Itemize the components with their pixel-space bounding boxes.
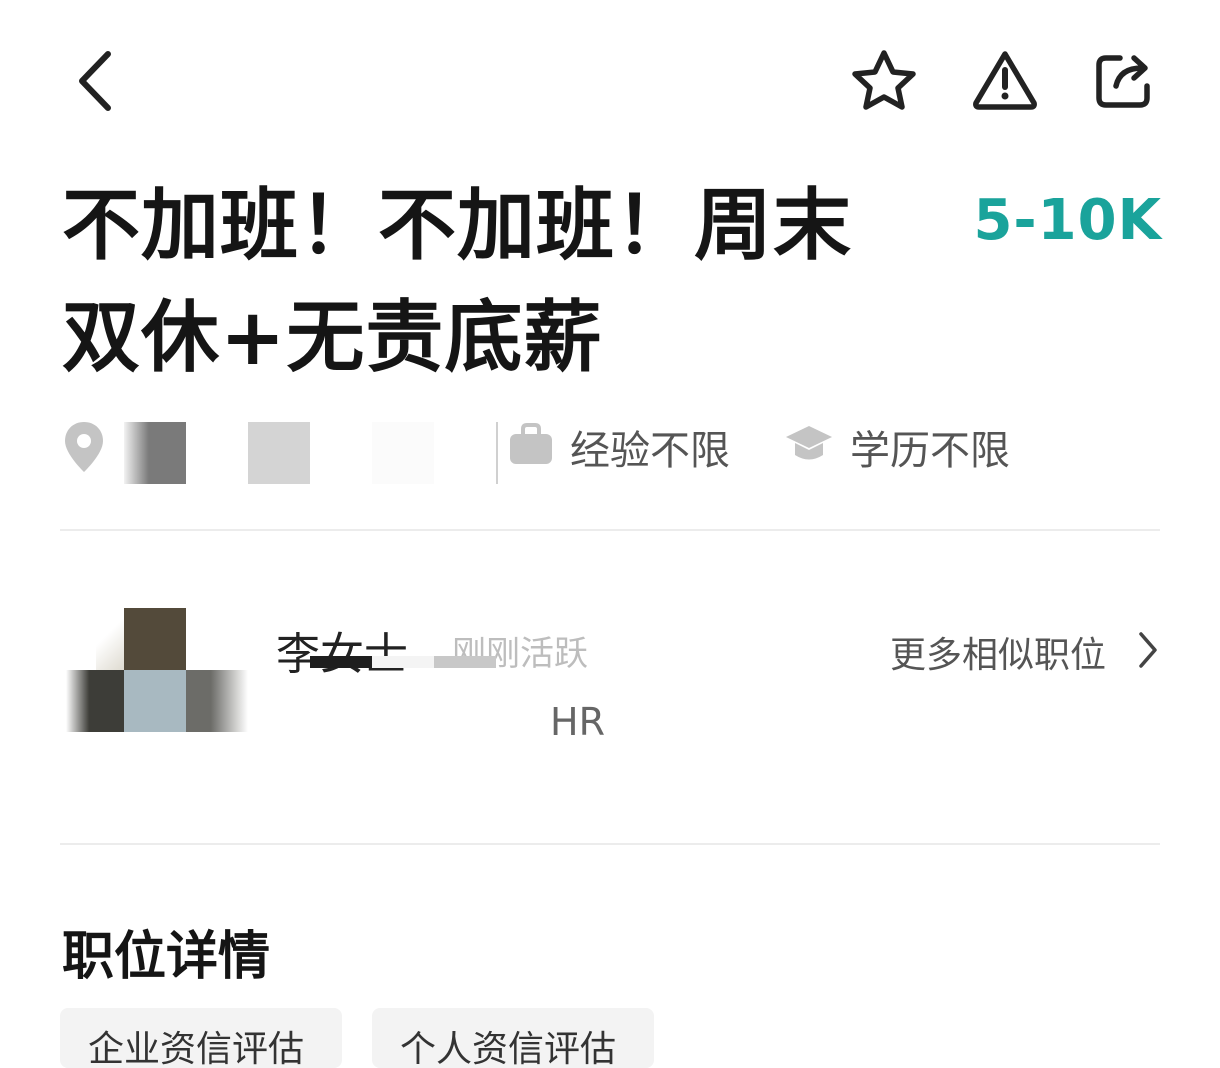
recruiter-name: 李女士 xyxy=(276,629,408,680)
section-title: 职位详情 xyxy=(62,927,271,987)
job-title-line2: 双休+无责底薪 xyxy=(62,293,603,383)
education-tag: 学历不限 xyxy=(850,428,1010,474)
pixelated-location xyxy=(124,422,186,484)
back-button[interactable] xyxy=(64,46,124,116)
job-tags: 经验不限 学历不限 xyxy=(60,410,1160,490)
share-icon xyxy=(1096,55,1150,108)
divider xyxy=(60,529,1160,531)
pixelated-location xyxy=(496,422,498,484)
pixelated-company xyxy=(434,656,496,668)
recruiter-role: HR xyxy=(550,700,605,744)
detail-chip: 个人资信评估 xyxy=(372,1008,654,1068)
detail-chip: 企业资信评估 xyxy=(60,1008,342,1068)
share-button[interactable] xyxy=(1090,48,1158,112)
pixelated-location xyxy=(372,422,434,484)
briefcase-icon xyxy=(510,423,552,464)
more-similar-jobs-link[interactable]: 更多相似职位 xyxy=(890,626,1106,678)
pixelated-company xyxy=(310,656,372,668)
recruiter-card[interactable]: 李女士 刚刚活跃 HR 更多相似职位 xyxy=(60,600,1160,760)
chevron-left-icon xyxy=(79,51,111,111)
top-bar xyxy=(0,0,1220,160)
favorite-button[interactable] xyxy=(850,48,918,112)
avatar[interactable] xyxy=(60,608,248,732)
warning-icon xyxy=(973,51,1037,110)
chevron-right-icon[interactable] xyxy=(1136,630,1160,670)
location-pin-icon xyxy=(65,422,103,472)
report-button[interactable] xyxy=(970,48,1040,112)
pixelated-location xyxy=(248,422,310,484)
salary-range: 5-10K xyxy=(973,188,1162,253)
job-title: 不加班！不加班！周末 双休+无责底薪 xyxy=(62,170,942,394)
graduation-cap-icon xyxy=(786,426,832,460)
experience-tag: 经验不限 xyxy=(570,428,730,474)
star-icon xyxy=(852,50,916,110)
divider xyxy=(60,843,1160,845)
pixelated-company xyxy=(372,656,434,668)
job-title-line1: 不加班！不加班！周末 xyxy=(62,181,853,271)
